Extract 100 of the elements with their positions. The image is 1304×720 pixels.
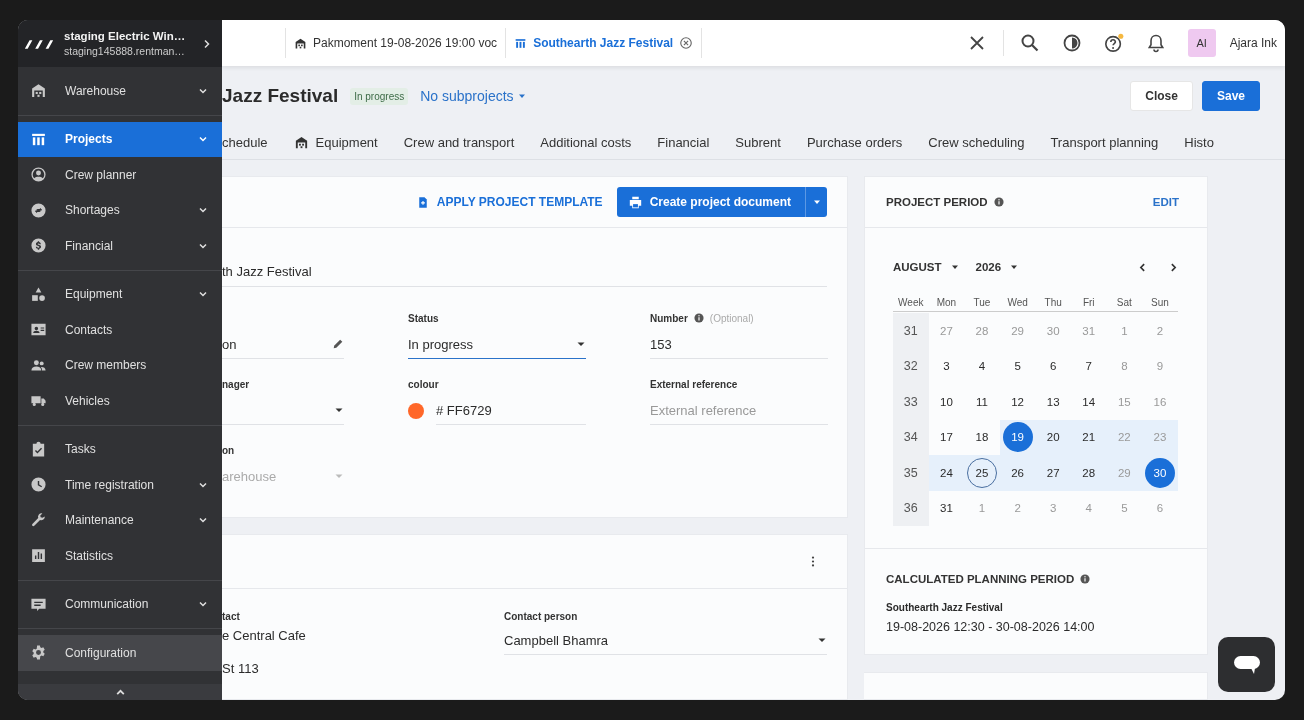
- document-icon: [416, 195, 429, 209]
- calendar-day[interactable]: 5: [1002, 351, 1033, 382]
- close-button[interactable]: Close: [1130, 81, 1193, 111]
- close-icon[interactable]: [679, 36, 694, 50]
- week-number: 35: [893, 455, 929, 491]
- shapes-icon: [30, 285, 47, 303]
- help-icon[interactable]: [1103, 33, 1124, 53]
- calendar-day[interactable]: 4: [967, 351, 997, 382]
- calendar-day[interactable]: 6: [1038, 351, 1069, 382]
- sidebar-item[interactable]: Statistics: [18, 538, 222, 574]
- tab[interactable]: Subrent: [735, 126, 781, 159]
- week-number: 33: [893, 384, 929, 420]
- chat-button[interactable]: [1218, 637, 1275, 692]
- sidebar-item[interactable]: Contacts: [18, 312, 222, 348]
- calendar-day[interactable]: 13: [1038, 386, 1069, 417]
- calendar-day[interactable]: 18: [967, 422, 997, 453]
- settings-icon: [30, 644, 47, 662]
- user-name[interactable]: Ajara Ink: [1229, 36, 1277, 50]
- subprojects-dropdown[interactable]: No subprojects: [420, 88, 527, 104]
- calendar-day[interactable]: 11: [967, 386, 997, 417]
- document-tab[interactable]: Southearth Jazz Festival: [506, 28, 703, 58]
- save-button[interactable]: Save: [1201, 81, 1260, 111]
- input-field[interactable]: In progress: [408, 330, 586, 359]
- sidebar-item[interactable]: Maintenance: [18, 502, 222, 538]
- calendar-day[interactable]: 14: [1073, 386, 1104, 417]
- weekday-heading: Week: [893, 293, 929, 312]
- search-icon[interactable]: [1019, 33, 1040, 53]
- sidebar-item[interactable]: Crew members: [18, 347, 222, 383]
- tab[interactable]: Financial: [657, 126, 710, 159]
- contact-person-select[interactable]: Campbell Bhamra: [504, 626, 827, 655]
- calendar-day[interactable]: 7: [1073, 351, 1104, 382]
- field-label: on: [222, 444, 235, 456]
- sidebar-item[interactable]: Financial: [18, 228, 222, 264]
- status-badge: In progress: [350, 87, 409, 105]
- week-number: 34: [893, 419, 929, 455]
- create-document-button[interactable]: Create project document: [616, 187, 805, 217]
- week-number: 32: [893, 348, 929, 384]
- warehouse-icon: [30, 82, 47, 100]
- year-dropdown[interactable]: 2026: [975, 261, 1020, 273]
- weekday-heading: Mon: [928, 293, 965, 312]
- document-tab[interactable]: Pakmoment 19-08-2026 19:00 voc: [286, 28, 507, 58]
- sidebar-item[interactable]: Tasks: [18, 431, 222, 467]
- field-label: colour: [408, 378, 439, 390]
- field-label: Contact person: [504, 611, 579, 622]
- input-field[interactable]: # FF6729: [436, 396, 586, 425]
- week-number: 36: [893, 490, 929, 526]
- speech-bubble-icon: [1232, 653, 1261, 676]
- calendar-day[interactable]: 12: [1002, 386, 1033, 417]
- tab[interactable]: Transport planning: [1050, 126, 1159, 159]
- field-label: tact: [222, 611, 241, 622]
- bar-chart-icon: [30, 547, 47, 565]
- contrast-icon[interactable]: [1061, 33, 1082, 53]
- weekday-heading: Thu: [1035, 293, 1071, 312]
- calendar-day[interactable]: 17: [931, 422, 962, 453]
- page-title: Jazz Festival: [222, 85, 339, 107]
- clock-icon: [30, 476, 47, 494]
- sidebar-item[interactable]: Crew planner: [18, 157, 222, 193]
- more-options-icon[interactable]: [811, 556, 815, 567]
- apply-template-link[interactable]: APPLY PROJECT TEMPLATE: [416, 195, 603, 209]
- tab[interactable]: Equipment: [293, 126, 378, 159]
- sidebar-item[interactable]: Time registration: [18, 467, 222, 503]
- weekday-heading: Fri: [1070, 293, 1107, 312]
- colour-swatch[interactable]: [408, 402, 424, 419]
- bell-icon[interactable]: [1145, 33, 1166, 53]
- name-field[interactable]: th Jazz Festival: [222, 264, 827, 287]
- chevron-right-icon[interactable]: [202, 38, 212, 49]
- weekday-heading: Wed: [999, 293, 1036, 312]
- calendar-day[interactable]: 30: [1144, 457, 1175, 488]
- tab[interactable]: Crew and transport: [403, 126, 515, 159]
- sidebar-item[interactable]: Communication: [18, 586, 222, 622]
- sidebar-item[interactable]: Shortages: [18, 192, 222, 228]
- calendar-day[interactable]: 31: [931, 493, 962, 524]
- calendar-day[interactable]: 3: [931, 351, 962, 382]
- account-name: staging Electric Win…: [64, 30, 187, 42]
- user-avatar[interactable]: AI: [1187, 29, 1216, 57]
- sidebar-item[interactable]: Equipment: [18, 276, 222, 312]
- weekday-heading: Tue: [964, 293, 1000, 312]
- tab[interactable]: Purchase orders: [806, 126, 903, 159]
- sidebar-item[interactable]: Configuration: [18, 635, 222, 671]
- sidebar-item[interactable]: Projects: [18, 121, 222, 157]
- edit-link[interactable]: EDIT: [1152, 196, 1179, 208]
- section-title: PROJECT PERIOD: [886, 196, 988, 208]
- tab[interactable]: chedule: [222, 126, 268, 159]
- input-field[interactable]: 153: [650, 330, 828, 359]
- info-icon: [993, 197, 1004, 207]
- weekday-heading: Sat: [1106, 293, 1143, 312]
- info-icon: [1080, 574, 1091, 584]
- sidebar-item[interactable]: Warehouse: [18, 73, 222, 109]
- month-dropdown[interactable]: AUGUST: [893, 261, 960, 273]
- tab[interactable]: Histo: [1184, 126, 1214, 159]
- calendar-day[interactable]: 19: [1002, 422, 1033, 453]
- calendar-day[interactable]: 10: [931, 386, 962, 417]
- tab[interactable]: Additional costs: [540, 126, 632, 159]
- pencil-icon: [332, 338, 344, 350]
- columns-icon: [514, 36, 528, 50]
- account-url: staging145888.rentman…: [64, 45, 186, 57]
- tab[interactable]: Crew scheduling: [928, 126, 1025, 159]
- input-field[interactable]: on: [222, 330, 344, 359]
- sidebar-item[interactable]: Vehicles: [18, 383, 222, 419]
- field-label: External reference: [650, 378, 738, 390]
